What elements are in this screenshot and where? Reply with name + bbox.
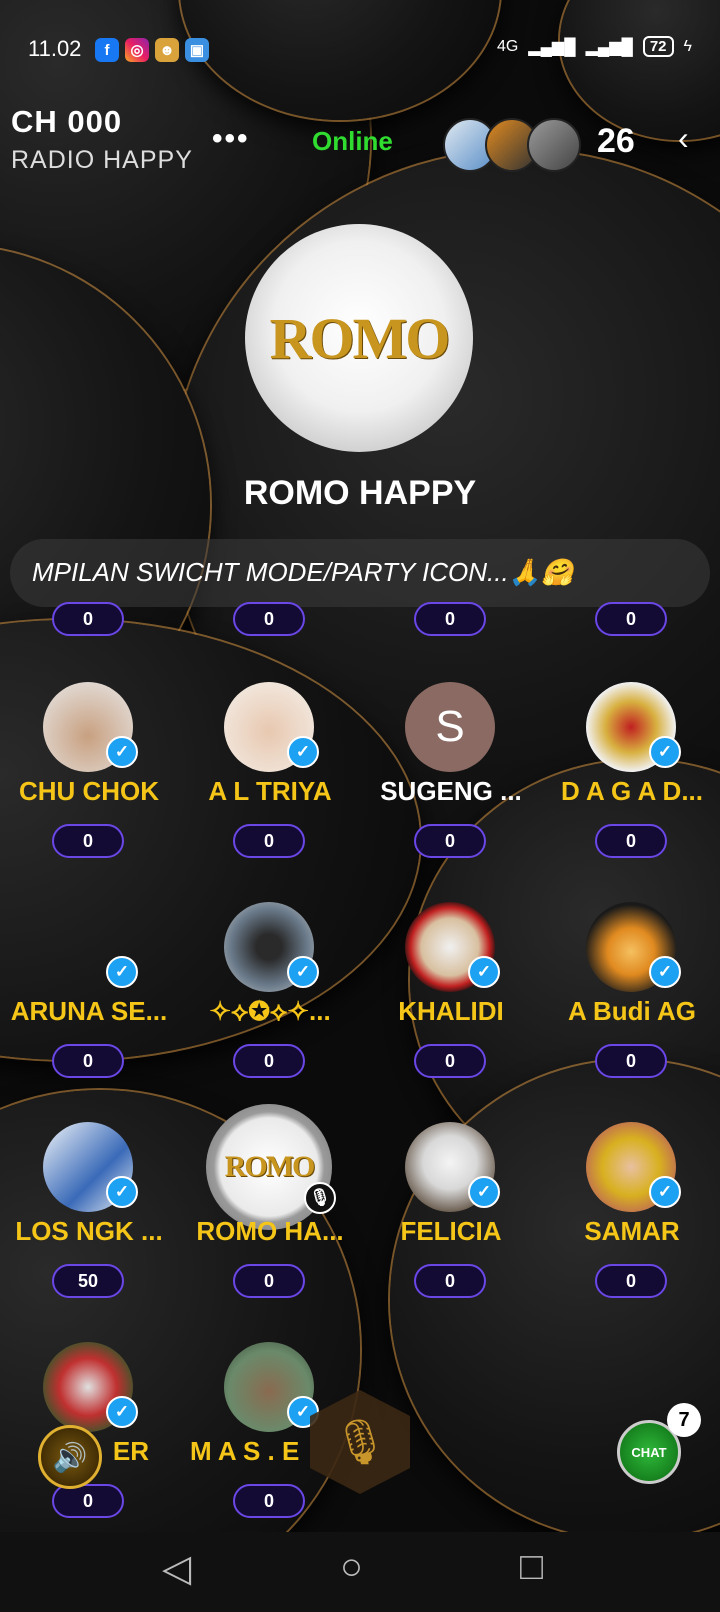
clock: 11.02 [28,36,82,61]
verified-icon: ✓ [649,736,681,768]
score-pill: 0 [233,1484,305,1518]
mic-icon: 🎙 [332,1418,388,1467]
mic-icon: 🎙 [304,1182,336,1214]
verified-icon: ✓ [106,1396,138,1428]
announcement-marquee: MPILAN SWICHT MODE/PARTY ICON...🙏🤗 [10,539,710,607]
verified-icon: ✓ [287,956,319,988]
network-label: 4G [496,37,519,55]
verified-icon: ✓ [649,956,681,988]
seat-name: D A G A D... [560,776,704,806]
verified-icon: ✓ [106,1176,138,1208]
system-nav-bar: ◁ ○ □ [0,1532,720,1612]
score-pill: 0 [414,1264,486,1298]
battery-icon: 72 [642,36,674,57]
listener-count[interactable]: 26 [597,122,635,161]
nav-home-icon[interactable]: ○ [340,1546,363,1589]
seat[interactable]: ✓ KHALIDI 0 [361,902,541,1082]
seat[interactable]: ✓ SAMAR 0 [542,1122,720,1302]
seat[interactable]: ✓ LOS NGK ... 50 [0,1122,179,1302]
score-pill: 0 [414,1044,486,1078]
facebook-icon: f [95,38,119,62]
signal-icon-2: ▂▄▆█ [585,38,633,56]
charging-icon: ϟ [683,37,692,55]
verified-icon: ✓ [106,736,138,768]
score-pill: 0 [52,824,124,858]
seat-name: KHALIDI [398,996,504,1026]
seat[interactable]: ROMO 🎙 ROMO HA... 0 [180,1104,360,1302]
seat-name: FELICIA [400,1216,502,1246]
host-name: ROMO HAPPY [243,474,477,512]
seat[interactable]: ✓ D A G A D... 0 [542,682,720,862]
seat-name: SUGENG ... [380,776,522,806]
channel-id: CH 000 [11,104,123,139]
app-icon: ▣ [185,38,209,62]
seat-name: ARUNA SE... [10,996,168,1026]
verified-icon: ✓ [649,1176,681,1208]
seat-name: SAMAR [584,1216,680,1246]
score-pill: 0 [233,1044,305,1078]
host-logo: ROMO [269,305,451,371]
verified-icon: ✓ [287,736,319,768]
score-pill: 0 [595,602,667,636]
verified-icon: ✓ [106,956,138,988]
seat[interactable]: S SUGENG ... 0 [361,682,541,862]
score-pill: 0 [52,1044,124,1078]
room-header: CH 000 RADIO HAPPY ••• Online 26 ‹ [0,100,720,190]
score-pill: 0 [233,824,305,858]
seat[interactable]: ✓ FELICIA 0 [361,1122,541,1302]
score-pill: 0 [414,602,486,636]
speaker-icon: 🔊 [52,1441,88,1473]
status-bar: 11.02 f ◎ ☻ ▣ 4G ▂▄▆█ ▂▄▆█ 72 ϟ [0,0,720,100]
host-logo: ROMO [224,1150,316,1183]
score-pill: 0 [595,1264,667,1298]
back-icon[interactable]: ‹ [678,120,689,157]
avatar: S [405,682,495,772]
score-pill: 0 [595,824,667,858]
seat[interactable]: ✓ A Budi AG 0 [542,902,720,1082]
verified-icon: ✓ [468,956,500,988]
score-pill: 50 [52,1264,124,1298]
marquee-text: MPILAN SWICHT MODE/PARTY ICON...🙏🤗 [32,557,574,587]
room-name: RADIO HAPPY [11,146,193,174]
seat-name: CHU CHOK [18,776,160,806]
chat-unread-badge: 7 [667,1403,701,1437]
nav-back-icon[interactable]: ◁ [162,1546,191,1591]
signal-icon: ▂▄▆█ [528,38,576,56]
score-pill: 0 [233,602,305,636]
chat-label: CHAT [631,1444,667,1460]
host-avatar[interactable]: ROMO [245,224,473,452]
speaker-button[interactable]: 🔊 [38,1425,102,1489]
score-pill: 0 [233,1264,305,1298]
seat[interactable]: ✓ ARUNA SE... 0 [0,902,179,1082]
seat-name: A Budi AG [567,996,697,1026]
more-options-button[interactable]: ••• [212,122,250,156]
seat-name: LOS NGK ... [15,1216,163,1246]
online-status: Online [312,126,393,156]
verified-icon: ✓ [468,1176,500,1208]
seat-name: ✧⟡✪⟡✧... [209,996,331,1026]
seat[interactable]: ✓ CHU CHOK 0 [0,682,179,862]
seat[interactable]: ✓ A L TRIYA 0 [180,682,360,862]
game-icon: ☻ [155,38,179,62]
system-status: 4G ▂▄▆█ ▂▄▆█ 72 ϟ [497,36,692,57]
listener-avatars[interactable] [443,118,581,172]
seat-name: M A S . E [190,1436,300,1466]
score-pill: 0 [52,602,124,636]
seat-name: A L TRIYA [208,776,332,806]
notification-icons: f ◎ ☻ ▣ [95,38,209,62]
score-pill: 0 [595,1044,667,1078]
instagram-icon: ◎ [125,38,149,62]
nav-recents-icon[interactable]: □ [520,1546,543,1589]
avatar [527,118,581,172]
seat[interactable]: ✓ ✧⟡✪⟡✧... 0 [180,902,360,1082]
score-pill: 0 [414,824,486,858]
seat-name: ROMO HA... [196,1216,344,1246]
score-pill: 0 [52,1484,124,1518]
